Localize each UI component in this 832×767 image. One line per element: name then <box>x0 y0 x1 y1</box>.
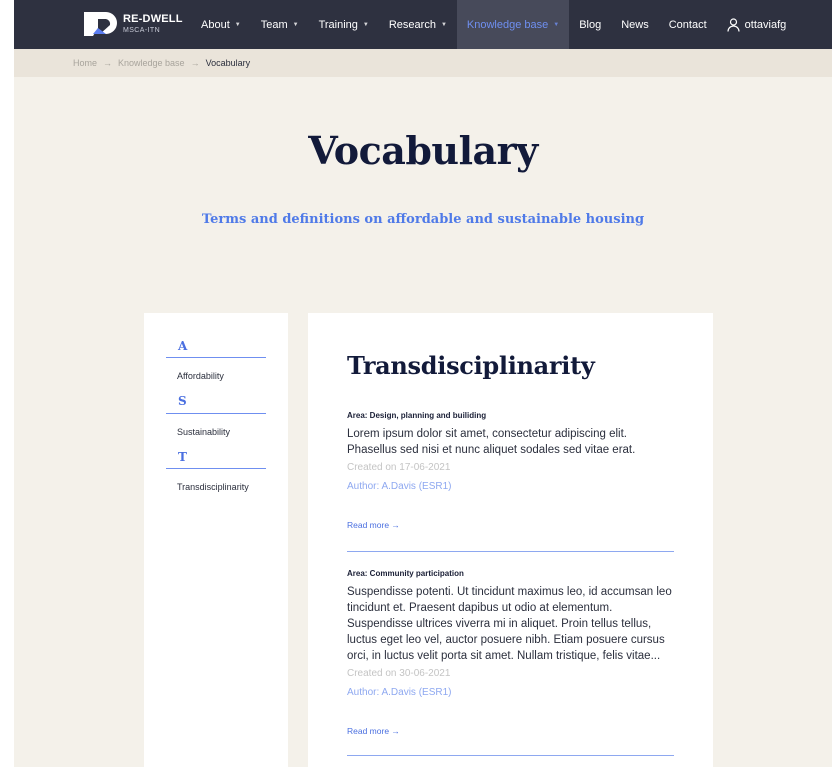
term-title: Transdisciplinarity <box>347 351 595 380</box>
entry-author[interactable]: Author: A.Davis (ESR1) <box>347 687 674 698</box>
breadcrumb-knowledge-base[interactable]: Knowledge base <box>118 58 185 68</box>
chevron-down-icon: ▼ <box>553 21 560 28</box>
nav-item-label: About <box>201 18 230 31</box>
index-letter-s[interactable]: S <box>178 394 187 408</box>
nav-item-label: Blog <box>579 18 602 31</box>
username: ottaviafg <box>744 18 787 31</box>
breadcrumb-current: Vocabulary <box>205 58 251 68</box>
entry-description: Lorem ipsum dolor sit amet, consectetur … <box>347 428 636 456</box>
definition-entry: Area: Community participation Suspendiss… <box>347 569 674 698</box>
chevron-down-icon: ▼ <box>362 21 369 28</box>
read-more-link[interactable]: Read more → <box>347 726 400 736</box>
nav-item-about[interactable]: About ▼ <box>191 0 251 49</box>
nav-item-team[interactable]: Team ▼ <box>251 0 309 49</box>
nav-item-blog[interactable]: Blog <box>569 0 611 49</box>
sidebar-term-affordability[interactable]: Affordability <box>177 371 224 381</box>
nav-item-training[interactable]: Training ▼ <box>309 0 379 49</box>
top-navbar: RE-DWELL MSCA-ITN About ▼ Team ▼ Training ▼… <box>14 0 832 49</box>
logo-title: RE-DWELL <box>123 13 183 25</box>
sidebar-term-transdisciplinarity[interactable]: Transdisciplinarity <box>177 482 249 492</box>
read-more-link[interactable]: Read more → <box>347 520 400 530</box>
entry-author[interactable]: Author: A.Davis (ESR1) <box>347 481 674 492</box>
nav-item-label: Research <box>388 18 436 31</box>
nav-item-label: Contact <box>668 18 707 31</box>
user-icon <box>727 17 740 32</box>
divider <box>166 413 266 414</box>
left-edge-strip <box>0 0 14 767</box>
nav-item-news[interactable]: News <box>611 0 659 49</box>
page-subtitle: Terms and definitions on affordable and … <box>201 212 645 227</box>
sidebar-term-sustainability[interactable]: Sustainability <box>177 427 230 437</box>
entry-divider <box>347 755 674 756</box>
index-letter-t[interactable]: T <box>178 450 187 464</box>
user-account-menu[interactable]: ottaviafg <box>717 0 797 49</box>
entry-created-date: Created on 30-06-2021 <box>347 668 451 679</box>
arrow-right-icon: → <box>103 58 113 68</box>
entry-area: Area: Community participation <box>347 569 464 578</box>
nav-item-research[interactable]: Research ▼ <box>379 0 457 49</box>
entry-area: Area: Design, planning and builiding <box>347 411 487 420</box>
logo-mark-icon <box>84 12 117 36</box>
site-logo[interactable]: RE-DWELL MSCA-ITN <box>84 12 183 36</box>
breadcrumb-home[interactable]: Home <box>73 58 97 68</box>
breadcrumb: Home → Knowledge base → Vocabulary <box>14 49 832 77</box>
term-detail-panel: Transdisciplinarity Area: Design, planni… <box>308 313 713 767</box>
main-menu: About ▼ Team ▼ Training ▼ Research ▼ Knowled… <box>191 0 796 49</box>
nav-item-label: Team <box>260 18 288 31</box>
alphabet-index-sidebar: A Affordability S Sustainability T Trans… <box>144 313 288 767</box>
arrow-right-icon: → <box>190 58 200 68</box>
definition-entry: Area: Design, planning and builiding Lor… <box>347 411 674 492</box>
chevron-down-icon: ▼ <box>440 21 447 28</box>
nav-item-contact[interactable]: Contact <box>659 0 717 49</box>
index-letter-a[interactable]: A <box>178 339 187 353</box>
divider <box>166 357 266 358</box>
entry-divider <box>347 551 674 552</box>
chevron-down-icon: ▼ <box>234 21 241 28</box>
nav-item-label: Training <box>318 18 358 31</box>
nav-item-label: News <box>621 18 649 31</box>
nav-item-label: Knowledge base <box>466 18 549 31</box>
nav-item-knowledge-base[interactable]: Knowledge base ▼ <box>456 0 570 49</box>
divider <box>166 468 266 469</box>
chevron-down-icon: ▼ <box>292 21 299 28</box>
page-title: Vocabulary <box>308 128 538 173</box>
logo-subtitle: MSCA-ITN <box>123 27 161 34</box>
entry-created-date: Created on 17-06-2021 <box>347 462 451 473</box>
entry-description: Suspendisse potenti. Ut tincidunt maximu… <box>347 586 672 662</box>
